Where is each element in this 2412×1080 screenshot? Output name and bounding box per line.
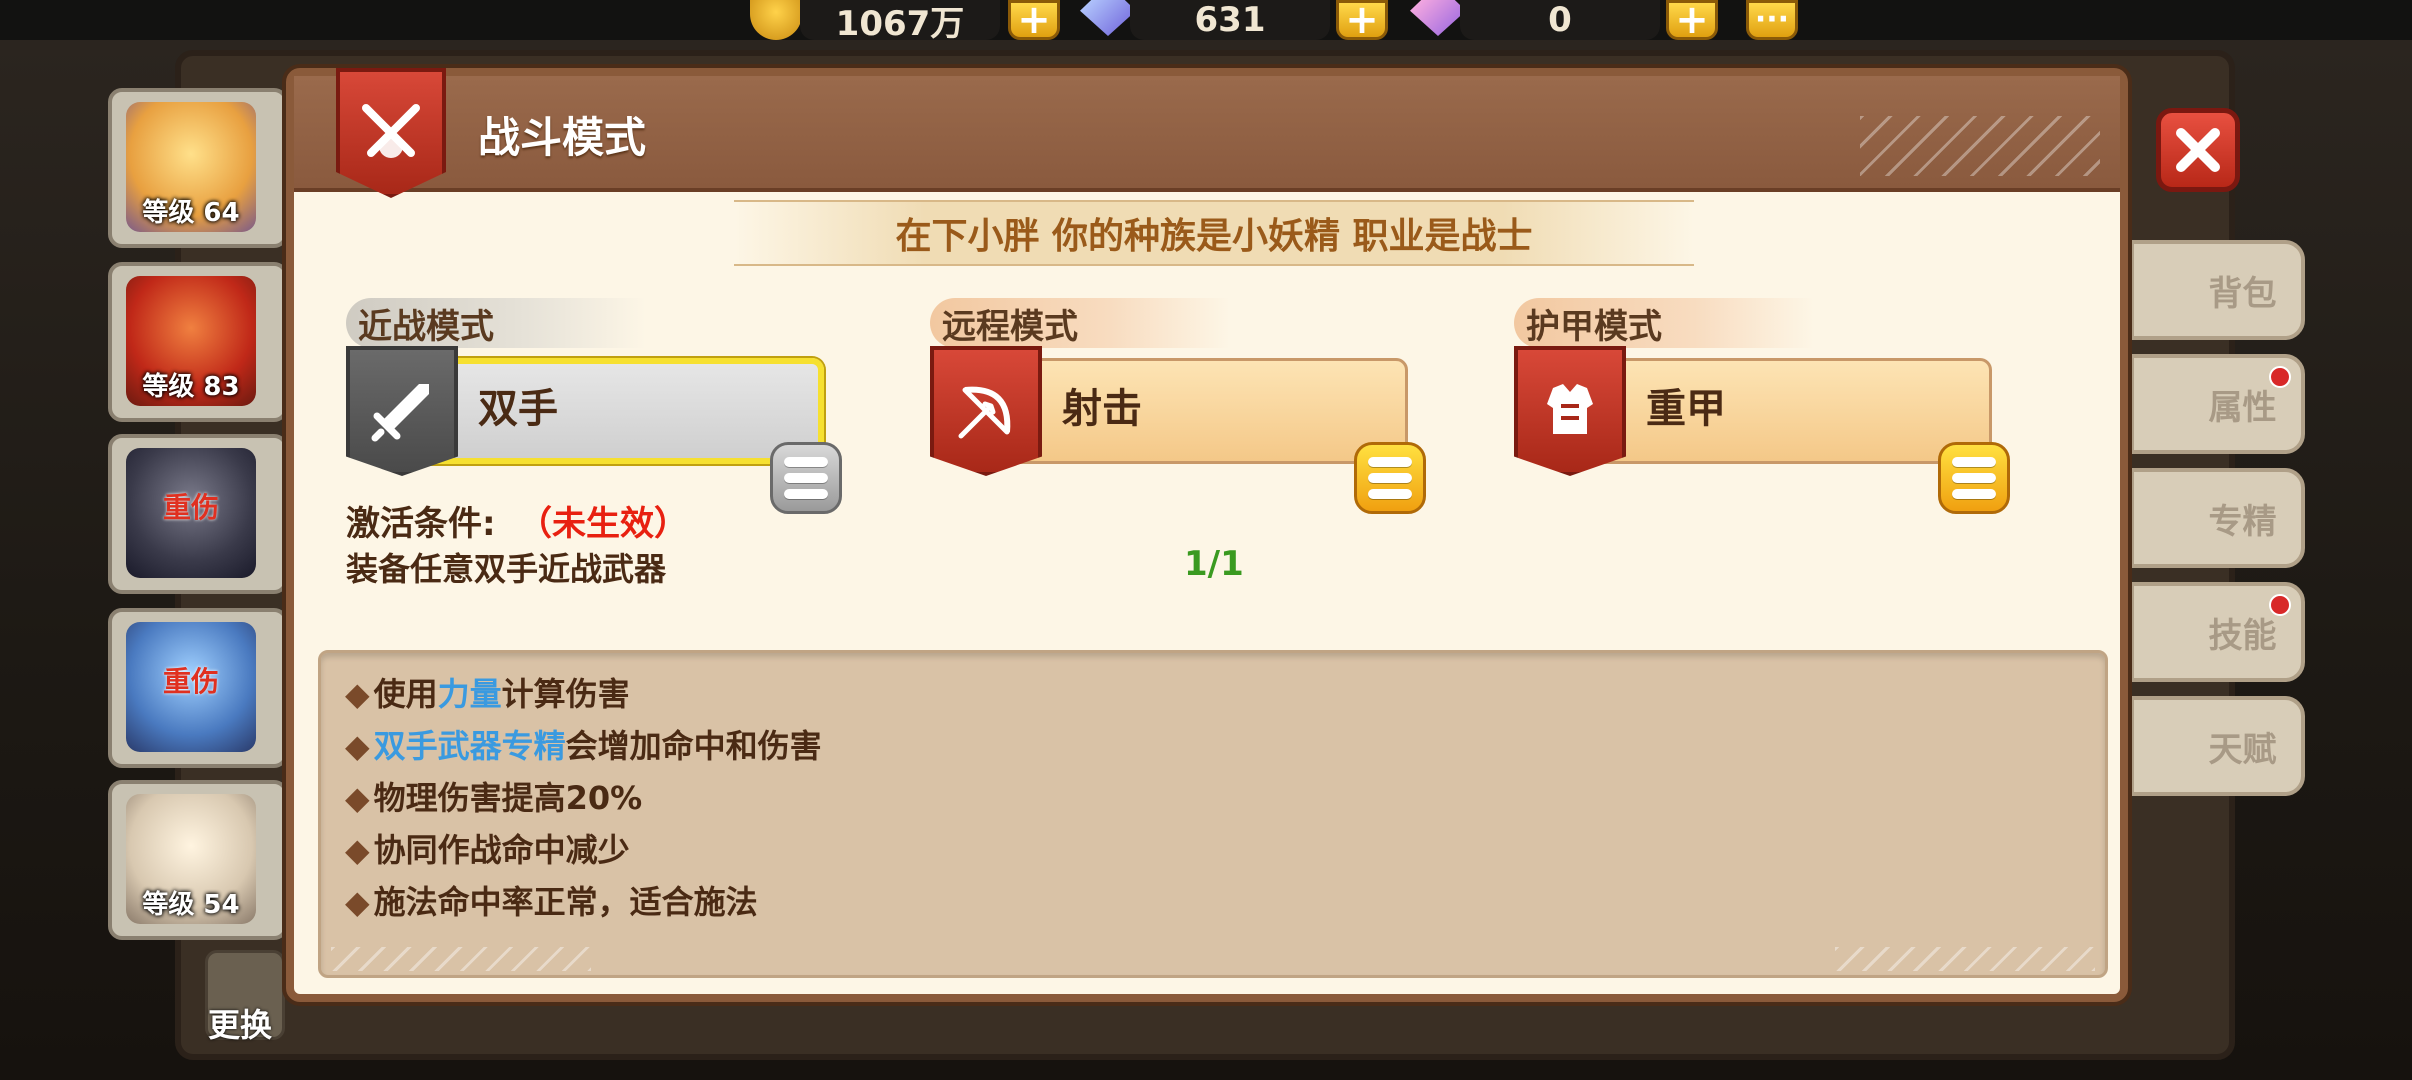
effect-highlight: 双手武器专精 [373,727,566,765]
ranged-mode-menu-button[interactable] [1354,442,1426,514]
tab-label: 属性 [2208,387,2277,428]
tab-attributes[interactable]: 属性 [2130,354,2305,454]
chest-armor-icon [1547,384,1593,434]
menu-line-icon [1952,489,1996,499]
close-button[interactable] [2156,108,2240,192]
effect-text: 会增加命中和伤害 [565,727,822,765]
hero-injured-status: 重伤 [162,665,219,698]
add-diamonds-button[interactable]: + [1336,0,1388,40]
dialog-title: 战斗模式 [478,113,647,162]
effect-item: ◆ 施法命中率正常，适合施法 [345,877,758,923]
bullet-diamond-icon: ◆ [345,779,370,817]
coin-amount: 1067万 [835,3,965,44]
armor-emblem [1514,346,1626,476]
effect-text: 计算伤害 [501,675,630,713]
menu-line-icon [784,489,828,499]
menu-line-icon [1368,489,1412,499]
coin-counter: 1067万 [800,0,1000,44]
hero-card-2[interactable]: 等级 83 [108,262,288,422]
diamond-amount: 631 [1194,0,1266,40]
activation-progress: 1/1 [1184,544,1244,584]
effect-text: 施法命中率正常，适合施法 [373,883,758,921]
pink-diamond-counter: 0 [1460,0,1660,40]
ranged-mode-slot[interactable] [988,358,1408,464]
melee-mode-label: 近战模式 [358,306,494,347]
combat-mode-dialog: 战斗模式 在下小胖 你的种族是小妖精 职业是战士 近战模式 双手 远程模式 射击… [286,68,2128,1002]
tab-inventory[interactable]: 背包 [2130,240,2305,340]
bow-icon [958,386,1011,439]
hero-card-3[interactable]: 重伤 [108,434,288,594]
tab-label: 背包 [2208,273,2277,314]
more-menu-button[interactable]: ··· [1746,0,1798,40]
bullet-diamond-icon: ◆ [345,883,370,921]
character-info-banner: 在下小胖 你的种族是小妖精 职业是战士 [734,200,1694,266]
menu-line-icon [1952,457,1996,467]
close-icon [2176,128,2220,172]
effect-highlight: 力量 [437,675,502,713]
sword-emblem [346,346,458,476]
hero-injured-status: 重伤 [162,491,219,524]
effect-text: 协同作战命中减少 [373,831,630,869]
menu-line-icon [1368,473,1412,483]
armor-mode-slot[interactable] [1572,358,1992,464]
tab-talents[interactable]: 天赋 [2130,696,2305,796]
effect-item: ◆ 物理伤害提高20% [345,773,642,819]
melee-mode-slot[interactable] [404,358,824,464]
crossed-swords-icon [362,104,420,158]
ranged-mode-header: 远程模式 [930,298,1230,348]
menu-line-icon [784,473,828,483]
bullet-diamond-icon: ◆ [345,675,370,713]
tab-skills[interactable]: 技能 [2130,582,2305,682]
add-pink-diamonds-button[interactable]: + [1666,0,1718,40]
notification-dot [2269,594,2291,616]
crossed-swords-emblem [336,68,446,198]
effect-item: ◆ 双手武器专精会增加命中和伤害 [345,721,822,767]
sword-icon [371,384,429,442]
ranged-mode-label: 远程模式 [942,306,1078,347]
hero-card-4[interactable]: 重伤 [108,608,288,768]
armor-mode-value: 重甲 [1646,386,1726,432]
activation-requirement: 装备任意双手近战武器 [346,550,667,588]
effect-text: 使用 [373,675,438,713]
effect-item: ◆ 使用力量计算伤害 [345,669,630,715]
tab-label: 天赋 [2208,729,2277,770]
activation-condition-label: 激活条件: [346,504,496,544]
add-coins-button[interactable]: + [1008,0,1060,40]
bullet-diamond-icon: ◆ [345,831,370,869]
hero-card-5[interactable]: 等级 54 [108,780,288,940]
header-decoration [1860,116,2100,176]
melee-mode-value: 双手 [478,386,558,432]
armor-mode-menu-button[interactable] [1938,442,2010,514]
armor-mode-header: 护甲模式 [1514,298,1814,348]
tab-specialization[interactable]: 专精 [2130,468,2305,568]
hero-level: 等级 54 [142,890,240,920]
activation-status: （未生效） [518,504,688,544]
mode-effects-panel: ◆ 使用力量计算伤害 ◆ 双手武器专精会增加命中和伤害 ◆ 物理伤害提高20% ◆ 协同… [318,650,2108,978]
diamond-counter: 631 [1130,0,1330,40]
character-info-text: 在下小胖 你的种族是小妖精 职业是战士 [895,216,1533,257]
bow-emblem [930,346,1042,476]
ranged-mode-value: 射击 [1062,386,1142,432]
pink-diamond-amount: 0 [1548,0,1572,40]
hero-level: 等级 83 [142,372,240,402]
effect-text: 物理伤害提高20% [373,779,643,817]
notification-dot [2269,366,2291,388]
menu-line-icon [1952,473,1996,483]
menu-line-icon [784,457,828,467]
hero-card-1[interactable]: 等级 64 [108,88,288,248]
panel-decoration [1835,947,2095,971]
melee-mode-menu-button[interactable] [770,442,842,514]
panel-decoration [331,947,591,971]
tab-label: 技能 [2208,615,2277,656]
armor-mode-label: 护甲模式 [1526,306,1662,347]
effect-item: ◆ 协同作战命中减少 [345,825,630,871]
hero-level: 等级 64 [142,198,240,228]
melee-mode-header: 近战模式 [346,298,646,348]
tab-label: 专精 [2208,501,2277,542]
swap-hero-label: 更换 [208,1006,273,1044]
bullet-diamond-icon: ◆ [345,727,370,765]
menu-line-icon [1368,457,1412,467]
